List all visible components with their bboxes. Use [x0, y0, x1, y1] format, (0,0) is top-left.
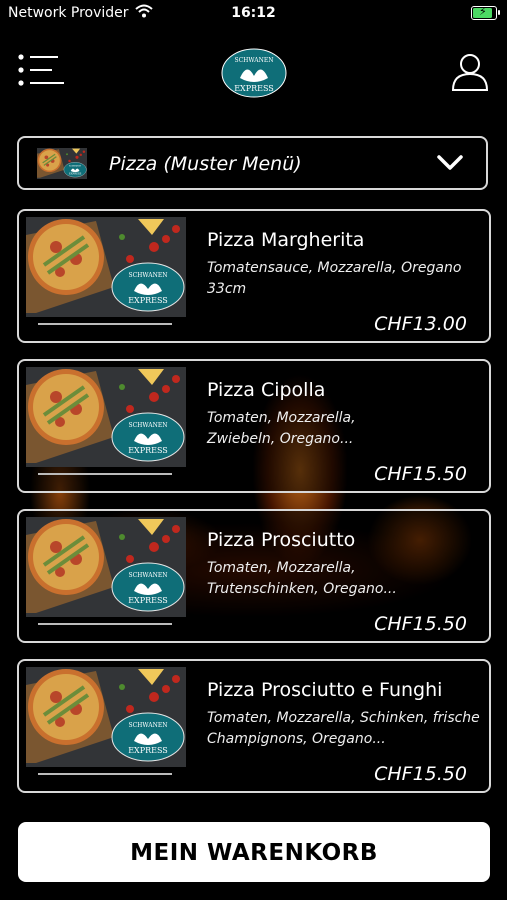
product-price: CHF15.50: [374, 763, 467, 785]
profile-icon[interactable]: [451, 52, 489, 92]
menu-icon: [18, 54, 64, 86]
image-divider: [38, 323, 172, 325]
category-thumbnail: [37, 148, 87, 179]
svg-text:SCHWANEN: SCHWANEN: [234, 57, 273, 64]
product-name: Pizza Margherita: [207, 229, 365, 251]
app-header: SCHWANEN EXPRESS: [0, 40, 507, 110]
product-image: [26, 667, 186, 767]
svg-text:EXPRESS: EXPRESS: [234, 84, 274, 93]
product-card[interactable]: Pizza Cipolla Tomaten, Mozzarella, Zwieb…: [17, 359, 491, 493]
cart-button[interactable]: MEIN WARENKORB: [18, 822, 490, 882]
product-price: CHF15.50: [374, 463, 467, 485]
battery-icon: ⚡: [471, 5, 500, 20]
product-image: [26, 217, 186, 317]
product-name: Pizza Prosciutto: [207, 529, 356, 551]
product-description: Tomaten, Mozzarella, Zwiebeln, Oregano..…: [207, 410, 356, 447]
image-divider: [38, 773, 172, 775]
category-label: Pizza (Muster Menü): [109, 153, 302, 175]
product-image: [26, 517, 186, 617]
product-description: Tomaten, Mozzarella, Trutenschinken, Ore…: [207, 560, 397, 597]
menu-button[interactable]: [18, 54, 66, 88]
product-card[interactable]: Pizza Prosciutto e Funghi Tomaten, Mozza…: [17, 659, 491, 793]
category-dropdown[interactable]: Pizza (Muster Menü): [17, 136, 488, 190]
status-bar: Network Provider 16:12 ⚡: [0, 0, 507, 28]
product-price: CHF13.00: [374, 313, 467, 335]
product-card[interactable]: Pizza Prosciutto Tomaten, Mozzarella, Tr…: [17, 509, 491, 643]
product-description: Tomaten, Mozzarella, Schinken, frische C…: [207, 710, 480, 747]
image-divider: [38, 473, 172, 475]
product-price: CHF15.50: [374, 613, 467, 635]
product-name: Pizza Cipolla: [207, 379, 326, 401]
image-divider: [38, 623, 172, 625]
product-image: [26, 367, 186, 467]
clock: 16:12: [231, 5, 276, 21]
chevron-down-icon: [437, 155, 463, 170]
product-card[interactable]: Pizza Margherita Tomatensauce, Mozzarell…: [17, 209, 491, 343]
brand-logo[interactable]: SCHWANEN EXPRESS: [221, 48, 287, 98]
product-description: Tomatensauce, Mozzarella, Oregano 33cm: [207, 260, 462, 297]
product-name: Pizza Prosciutto e Funghi: [207, 679, 443, 701]
